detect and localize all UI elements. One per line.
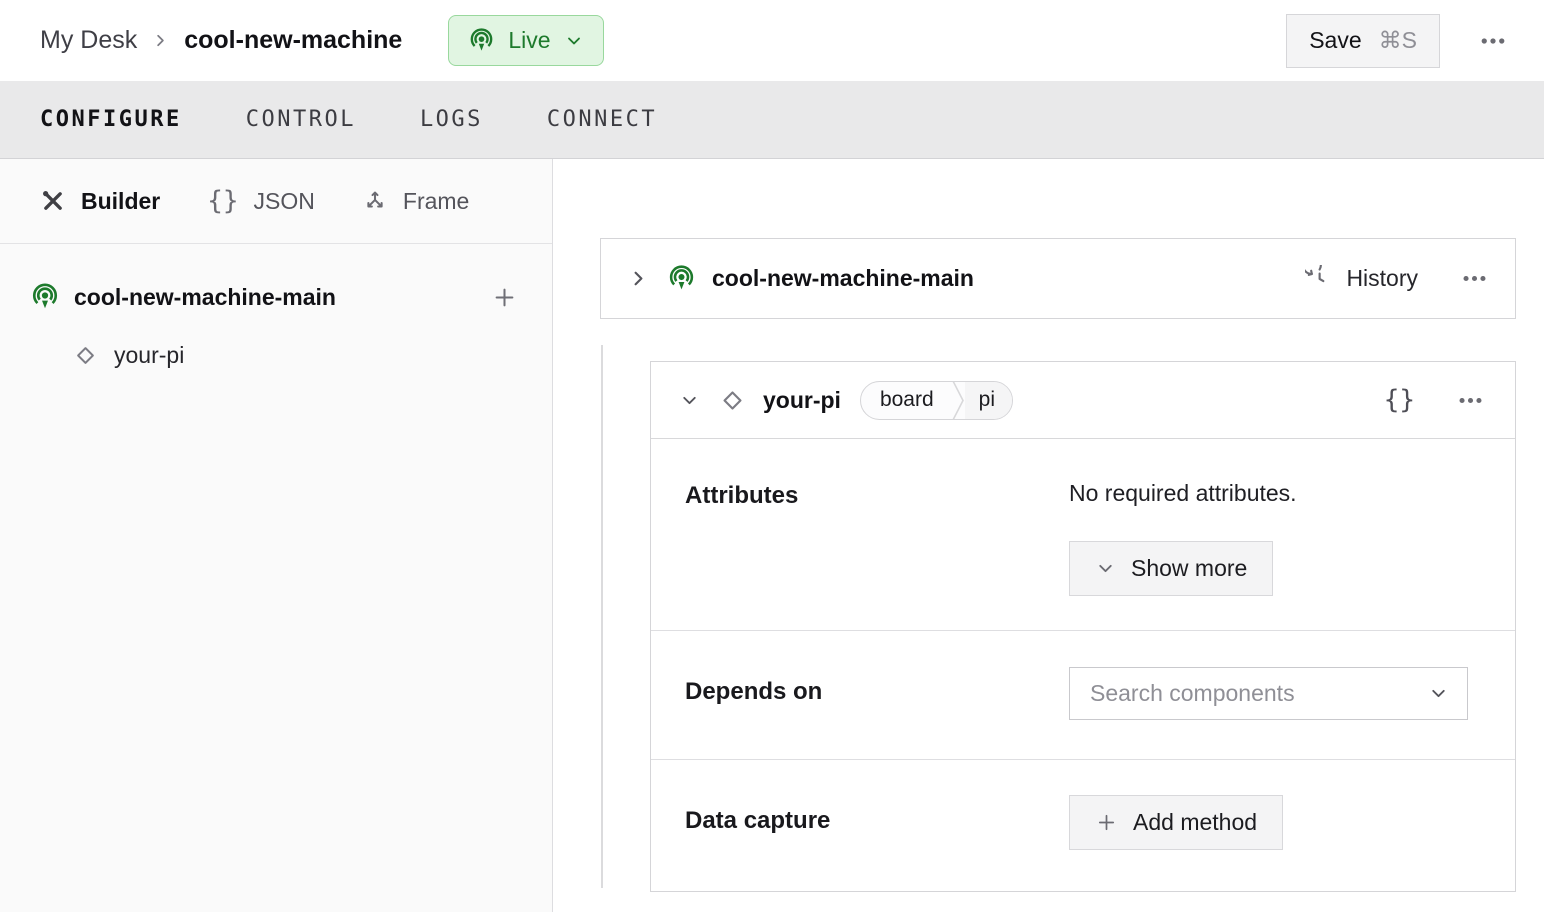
machine-part-icon: [667, 264, 696, 293]
save-button-label: Save: [1309, 27, 1362, 53]
plus-icon: [1095, 811, 1118, 834]
mode-frame-label: Frame: [402, 187, 470, 214]
component-model-label: pi: [964, 381, 1013, 419]
data-capture-section: Data capture Add method: [651, 759, 1515, 891]
machine-live-icon: [468, 27, 495, 54]
component-card: your-pi board pi {} Attributes No requir…: [650, 361, 1516, 892]
component-card-header: your-pi board pi {}: [651, 362, 1515, 439]
machine-part-icon: [30, 282, 60, 312]
edit-json-icon[interactable]: {}: [1384, 387, 1415, 413]
machine-part-tree: cool-new-machine-main your-pi: [0, 244, 552, 380]
component-diamond-icon: [719, 387, 746, 414]
attributes-label: Attributes: [685, 482, 799, 509]
machine-status-label: Live: [508, 27, 551, 53]
machine-page-tabs: CONFIGURE CONTROL LOGS CONNECT: [0, 81, 1544, 159]
badge-divider: [952, 381, 964, 419]
tab-configure[interactable]: CONFIGURE: [40, 107, 182, 132]
chevron-down-icon: [1095, 558, 1116, 579]
component-type-label: board: [879, 388, 934, 411]
tab-connect[interactable]: CONNECT: [547, 107, 657, 132]
add-method-button[interactable]: Add method: [1069, 795, 1284, 850]
depends-on-select[interactable]: [1069, 667, 1468, 720]
tab-logs[interactable]: LOGS: [420, 107, 483, 132]
save-shortcut-hint: ⌘S: [1378, 27, 1417, 53]
component-title: your-pi: [763, 386, 841, 413]
add-method-label: Add method: [1133, 809, 1258, 835]
breadcrumb-parent-link[interactable]: My Desk: [40, 26, 137, 55]
nesting-connector-line: [601, 345, 603, 888]
component-diamond-icon: [73, 343, 98, 368]
attributes-empty-text: No required attributes.: [1069, 480, 1297, 506]
data-capture-label: Data capture: [685, 807, 831, 834]
header-overflow-menu-icon[interactable]: [1478, 26, 1508, 56]
tree-item-component[interactable]: your-pi: [0, 330, 552, 380]
history-label: History: [1346, 265, 1418, 291]
history-button[interactable]: History: [1305, 265, 1418, 292]
tree-machine-part-label: cool-new-machine-main: [74, 283, 336, 310]
collapse-component-card-icon[interactable]: [679, 390, 700, 411]
mode-builder-label: Builder: [81, 187, 161, 214]
machine-card-title: cool-new-machine-main: [712, 265, 974, 291]
braces-icon: {}: [207, 186, 239, 216]
mode-json[interactable]: {} JSON: [207, 188, 315, 215]
breadcrumb: My Desk cool-new-machine: [40, 26, 402, 55]
app-header: My Desk cool-new-machine Live Save ⌘S: [0, 0, 1544, 81]
mode-frame[interactable]: Frame: [362, 188, 469, 215]
chevron-down-icon: [1428, 683, 1449, 704]
config-mode-switcher: Builder {} JSON Frame: [0, 159, 552, 244]
save-button[interactable]: Save ⌘S: [1286, 13, 1440, 68]
chevron-down-icon: [564, 31, 584, 51]
machine-card-menu-icon[interactable]: [1460, 264, 1489, 293]
depends-on-section: Depends on: [651, 630, 1515, 759]
history-clock-icon: [1305, 265, 1332, 292]
machine-status-dropdown[interactable]: Live: [448, 15, 604, 66]
component-type-model-badge: board pi: [859, 380, 1014, 420]
component-card-menu-icon[interactable]: [1456, 386, 1485, 415]
show-more-button[interactable]: Show more: [1069, 541, 1274, 596]
configure-canvas: cool-new-machine-main History your-pi bo…: [553, 159, 1544, 912]
mode-builder[interactable]: Builder: [40, 188, 160, 215]
configure-sidebar: Builder {} JSON Frame cool-new-machine-m…: [0, 159, 553, 912]
expand-machine-card-icon[interactable]: [627, 267, 650, 290]
attributes-section: Attributes No required attributes. Show …: [651, 439, 1515, 630]
depends-on-label: Depends on: [685, 678, 823, 705]
frame-axes-icon: [362, 188, 388, 214]
tools-icon: [40, 188, 66, 214]
tab-control[interactable]: CONTROL: [246, 107, 356, 132]
breadcrumb-machine-name: cool-new-machine: [184, 26, 403, 54]
header-actions: Save ⌘S: [1286, 13, 1508, 68]
search-components-input[interactable]: [1076, 680, 1428, 707]
breadcrumb-chevron-icon: [151, 31, 170, 50]
show-more-label: Show more: [1131, 555, 1248, 581]
tree-item-machine-part[interactable]: cool-new-machine-main: [0, 271, 552, 323]
add-component-icon[interactable]: [491, 284, 518, 311]
machine-part-card: cool-new-machine-main History: [600, 238, 1516, 319]
mode-json-label: JSON: [253, 187, 315, 214]
tree-component-label: your-pi: [114, 341, 185, 368]
